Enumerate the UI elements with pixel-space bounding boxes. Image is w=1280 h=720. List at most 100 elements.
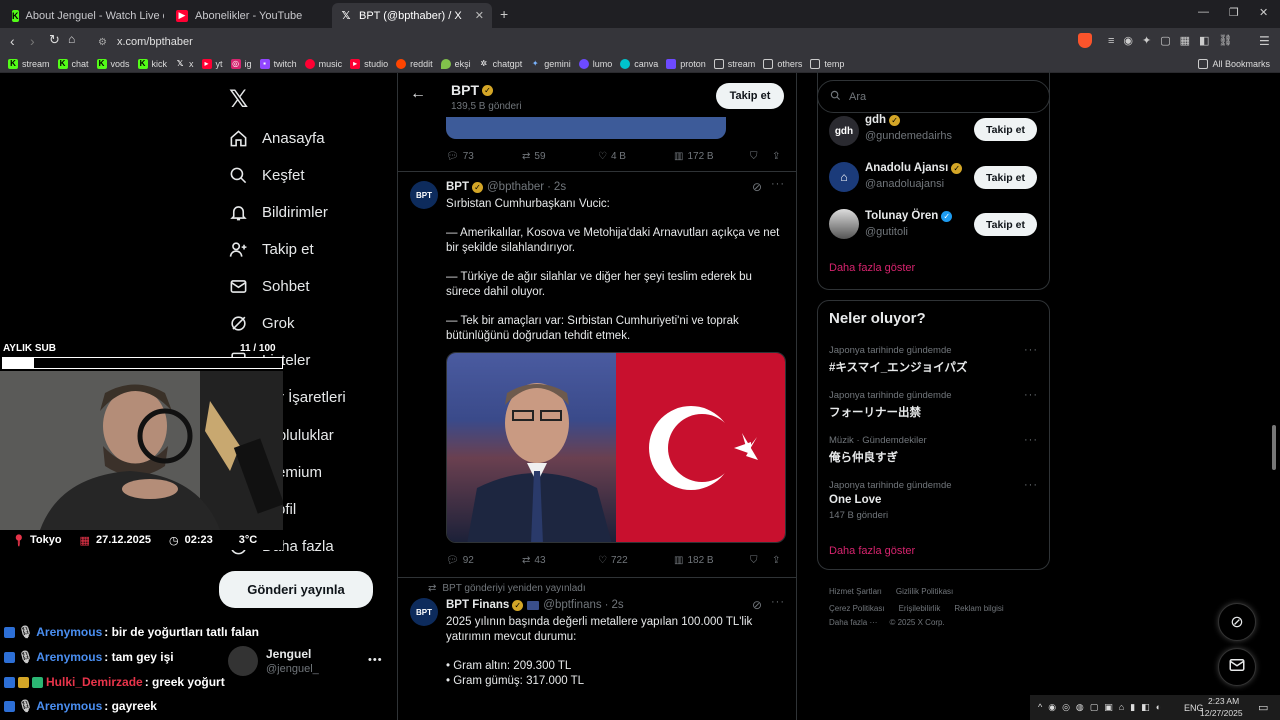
trend-item[interactable]: Japonya tarihinde gündemde フォーリナー出禁: [829, 390, 952, 420]
show-more-link[interactable]: Daha fazla göster: [829, 262, 915, 274]
retweet-button[interactable]: ⇄ 59: [522, 151, 546, 162]
tweet-time[interactable]: 2s: [554, 181, 566, 193]
back-icon[interactable]: ‹: [10, 33, 15, 49]
nav-follow[interactable]: Takip et: [228, 239, 314, 259]
nav-notifications[interactable]: Bildirimler: [228, 202, 328, 222]
scrollbar[interactable]: [1272, 425, 1276, 470]
brave-shield-icon[interactable]: [1078, 33, 1092, 48]
avatar[interactable]: [829, 209, 859, 239]
reply-button[interactable]: 💬︎ 73: [446, 151, 474, 162]
tweet[interactable]: BPT BPT ✓ @bpthaber · 2s ⊘ ··· Sırbistan…: [398, 172, 796, 577]
bookmark-chatgpt[interactable]: ✲ chatgpt: [479, 59, 522, 69]
clock-date[interactable]: 12/27/2025: [1200, 708, 1243, 718]
bookmark-proton[interactable]: proton: [666, 58, 706, 69]
x-logo-icon[interactable]: 𝕏: [229, 85, 248, 114]
tray-icons[interactable]: ^◉◎◍▢▣⌂▮◧◐: [1038, 702, 1167, 713]
forward-icon[interactable]: ›: [30, 33, 35, 49]
follow-profile-button[interactable]: Takip et: [716, 83, 784, 109]
follow-button[interactable]: Takip et: [974, 166, 1037, 189]
post-button[interactable]: Gönderi yayınla: [219, 571, 373, 608]
notification-icon[interactable]: ▭: [1258, 701, 1268, 714]
suggestion-name[interactable]: Tolunay Ören ✓: [865, 210, 953, 222]
url-bar[interactable]: ⚙ x.com/bpthaber: [90, 31, 1100, 53]
trend-item[interactable]: Müzik · Gündemdekiler 俺ら仲良すぎ: [829, 435, 927, 465]
bookmark-kick[interactable]: Kkick: [137, 58, 167, 69]
trend-more-icon[interactable]: ···: [1024, 479, 1038, 491]
new-tab-icon[interactable]: +: [500, 6, 508, 22]
avatar[interactable]: ⌂: [829, 162, 859, 192]
bookmark-folder-temp[interactable]: temp: [810, 58, 844, 69]
back-arrow-icon[interactable]: ←: [410, 85, 426, 103]
grok-icon[interactable]: ⊘: [752, 598, 762, 612]
bookmark-folder-stream[interactable]: stream: [713, 58, 755, 69]
bookmark-icon[interactable]: ⛉: [750, 555, 758, 566]
share-icon[interactable]: ⇪: [772, 555, 780, 566]
close-tab-icon[interactable]: ✕: [475, 9, 484, 22]
bookmark-lumo[interactable]: lumo: [578, 58, 612, 69]
search-input[interactable]: Ara: [849, 91, 866, 103]
bookmark-vods[interactable]: Kvods: [96, 58, 130, 69]
tweet-author[interactable]: BPT Finans: [446, 599, 509, 611]
close-window-icon[interactable]: ✕: [1259, 6, 1268, 19]
site-info-icon[interactable]: ⚙: [98, 37, 107, 48]
show-more-link[interactable]: Daha fazla göster: [829, 545, 915, 557]
suggestion-name[interactable]: gdh ✓: [865, 114, 901, 126]
bookmark-gemini[interactable]: ✦ gemini: [530, 59, 571, 69]
suggestion-name[interactable]: Anadolu Ajansı ✓: [865, 162, 963, 174]
bookmark-music[interactable]: music: [304, 58, 342, 69]
reply-button[interactable]: 💬︎ 92: [446, 555, 474, 566]
views-button[interactable]: ▥ 182 B: [674, 555, 714, 566]
like-button[interactable]: ♡ 722: [598, 555, 628, 566]
avatar[interactable]: gdh: [829, 116, 859, 146]
bookmark-ig[interactable]: ◎ ig: [230, 58, 252, 69]
follow-button[interactable]: Takip et: [974, 118, 1037, 141]
tweet-more-icon[interactable]: ···: [771, 178, 785, 190]
all-bookmarks[interactable]: All Bookmarks: [1198, 58, 1270, 69]
bookmark-reddit[interactable]: reddit: [396, 58, 433, 69]
bookmark-twitch[interactable]: ▪ twitch: [259, 58, 297, 69]
clock-time[interactable]: 2:23 AM: [1208, 696, 1239, 706]
tab-kick[interactable]: K About Jenguel - Watch Live on Kick: [4, 3, 164, 28]
trend-more-icon[interactable]: ···: [1024, 434, 1038, 446]
bookmark-canva[interactable]: canva: [620, 58, 658, 69]
home-icon[interactable]: ⌂: [68, 32, 75, 46]
trend-item[interactable]: Japonya tarihinde gündemde One Love 147 …: [829, 480, 952, 521]
bookmark-yt[interactable]: ▸ yt: [201, 58, 223, 69]
tab-youtube[interactable]: ▶ Abonelikler - YouTube: [168, 3, 328, 28]
nav-explore[interactable]: Keşfet: [228, 165, 305, 185]
nav-home[interactable]: Anasayfa: [228, 128, 325, 148]
extension-icons[interactable]: ≡◉✦▢▦◧⛓: [1108, 34, 1241, 47]
tweet-image[interactable]: [446, 117, 726, 139]
restore-icon[interactable]: ❐: [1229, 6, 1239, 19]
retweet-button[interactable]: ⇄ 43: [522, 555, 546, 566]
menu-icon[interactable]: ☰: [1259, 34, 1270, 48]
search-box[interactable]: Ara: [817, 80, 1050, 113]
tweet-handle[interactable]: @bpthaber: [487, 181, 544, 193]
grok-icon[interactable]: ⊘: [752, 180, 762, 194]
bookmark-eksi[interactable]: ekşi: [440, 58, 471, 69]
like-button[interactable]: ♡ 4 B: [598, 151, 626, 162]
messages-button[interactable]: [1218, 648, 1256, 686]
tweet[interactable]: ⇄ BPT gönderiyi yeniden yayınladı BPT BPT…: [398, 578, 796, 720]
bookmark-folder-others[interactable]: others: [763, 58, 802, 69]
trend-more-icon[interactable]: ···: [1024, 344, 1038, 356]
follow-button[interactable]: Takip et: [974, 213, 1037, 236]
tweet-image[interactable]: [446, 352, 786, 543]
nav-grok[interactable]: Grok: [228, 313, 295, 333]
tweet-more-icon[interactable]: ···: [771, 596, 785, 608]
bookmark-x[interactable]: 𝕏x: [175, 59, 194, 69]
tweet-avatar[interactable]: BPT: [410, 181, 438, 209]
bookmark-icon[interactable]: ⛉: [750, 151, 758, 162]
nav-chat[interactable]: Sohbet: [228, 276, 310, 296]
tweet-time[interactable]: 2s: [611, 599, 623, 611]
minimize-icon[interactable]: —: [1198, 6, 1209, 18]
bookmark-studio[interactable]: ▸ studio: [350, 58, 388, 69]
reload-icon[interactable]: ↻: [49, 32, 60, 48]
share-icon[interactable]: ⇪: [772, 151, 780, 162]
tweet-handle[interactable]: @bptfinans: [543, 599, 601, 611]
account-more-icon[interactable]: •••: [368, 654, 383, 666]
views-button[interactable]: ▥ 172 B: [674, 151, 714, 162]
tweet-avatar[interactable]: BPT: [410, 598, 438, 626]
trend-item[interactable]: Japonya tarihinde gündemde #キスマイ_エンジョイパズ: [829, 345, 967, 375]
trend-more-icon[interactable]: ···: [1024, 389, 1038, 401]
